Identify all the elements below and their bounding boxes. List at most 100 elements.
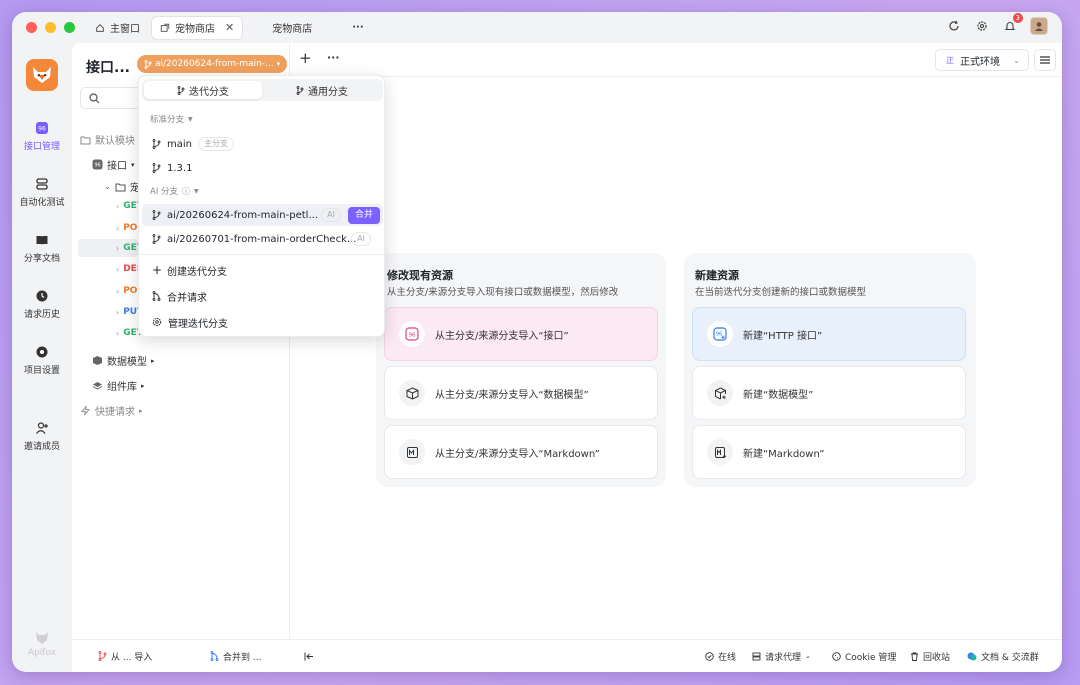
branch-icon xyxy=(152,234,161,244)
import-api-button[interactable]: 96 从主分支/来源分支导入“接口” xyxy=(384,307,658,361)
hamburger-icon xyxy=(1040,56,1050,64)
nav-label: 邀请成员 xyxy=(23,442,60,452)
chevron-down-icon: ⌄ xyxy=(1013,55,1020,65)
window-controls xyxy=(26,22,75,33)
cookie-manager-button[interactable]: Cookie 管理 xyxy=(832,650,896,663)
seg-label: 迭代分支 xyxy=(189,86,229,98)
branch-item-1-3-1[interactable]: 1.3.1 xyxy=(142,157,383,179)
chevron-down-icon: ▾ xyxy=(131,160,135,169)
tree-quick-requests[interactable]: 快捷请求 ▸ xyxy=(80,403,143,418)
ai-branch-section[interactable]: AI 分支 ⓘ ▼ xyxy=(150,185,199,198)
manage-iteration-branch-item[interactable]: 管理迭代分支 xyxy=(142,311,383,333)
tab-pet-store-active[interactable]: 宠物商店 ✕ xyxy=(152,16,243,39)
caret-down-icon: ▼ xyxy=(194,187,199,195)
nav-request-history[interactable]: 请求历史 xyxy=(12,289,72,320)
merge-to-button[interactable]: 合并到 ... xyxy=(210,650,261,663)
card-description: 在当前迭代分支创建新的接口或数据模型 xyxy=(695,287,867,298)
branch-item-ai-current[interactable]: ai/20260624-from-main-petl... AI 合并 xyxy=(142,204,383,226)
more-tabs-button[interactable]: ··· xyxy=(344,17,371,39)
search-icon xyxy=(89,93,100,104)
gear-icon[interactable] xyxy=(974,18,990,34)
close-tab-icon[interactable]: ✕ xyxy=(225,21,234,34)
tree-label: 默认模块 xyxy=(95,136,135,147)
avatar[interactable] xyxy=(1030,17,1048,35)
nav-project-settings[interactable]: 项目设置 xyxy=(12,345,72,376)
info-icon: ⓘ xyxy=(182,186,191,196)
tab-pet-store[interactable]: 宠物商店 xyxy=(264,17,320,39)
app-window: 主窗口 宠物商店 ✕ 宠物商店 ··· 3 96 接口管理 自动化测试 分享文档… xyxy=(12,12,1062,672)
standard-branch-section[interactable]: 标准分支 ▼ xyxy=(150,113,193,125)
section-label: AI 分支 xyxy=(150,187,179,197)
zoom-window-button[interactable] xyxy=(64,22,75,33)
close-window-button[interactable] xyxy=(26,22,37,33)
lightning-icon xyxy=(80,405,91,416)
merge-to-label: 合并到 ... xyxy=(223,652,262,663)
branch-selector-label: ai/20260624-from-main-... xyxy=(155,59,274,69)
nav-api-management[interactable]: 96 接口管理 xyxy=(12,121,72,152)
tree-folder[interactable]: ⌄ 宠 xyxy=(104,179,140,194)
title-bar-actions: 3 xyxy=(946,13,1048,35)
new-http-api-button[interactable]: 96 新建“HTTP 接口” xyxy=(692,307,966,361)
proxy-icon xyxy=(752,652,761,660)
import-from-button[interactable]: 从 ... 导入 xyxy=(98,650,152,663)
new-data-model-button[interactable]: 新建“数据模型” xyxy=(692,366,966,420)
tree-components[interactable]: 组件库 ▸ xyxy=(92,378,145,393)
branch-item-ai-ordercheck[interactable]: ai/20260701-from-main-orderCheck... AI xyxy=(142,228,383,250)
minimize-window-button[interactable] xyxy=(45,22,56,33)
api-import-icon: 96 xyxy=(405,327,419,341)
action-label: 新建“Markdown” xyxy=(743,448,825,460)
tab-common-branch[interactable]: 通用分支 xyxy=(263,81,381,99)
seg-label: 通用分支 xyxy=(308,86,348,98)
bell-icon[interactable]: 3 xyxy=(1002,13,1023,34)
modify-resources-card: 修改现有资源 从主分支/来源分支导入现有接口或数据模型，然后修改 96 从主分支… xyxy=(376,253,666,487)
environment-select[interactable]: 正 正式环境 ⌄ xyxy=(935,49,1029,71)
online-label: 在线 xyxy=(718,652,737,663)
divider xyxy=(139,254,386,255)
import-data-model-button[interactable]: 从主分支/来源分支导入“数据模型” xyxy=(384,366,658,420)
status-bar: 从 ... 导入 合并到 ... 在线 请求代理 ⌄ Cookie 管理 回收站 xyxy=(72,639,1062,672)
menu-label: 合并请求 xyxy=(167,292,207,304)
trash-button[interactable]: 回收站 xyxy=(910,650,950,663)
menu-button[interactable] xyxy=(1034,49,1056,71)
nav-auto-test[interactable]: 自动化测试 xyxy=(12,177,72,208)
branch-name: ai/20260701-from-main-orderCheck... xyxy=(167,233,357,245)
new-markdown-button[interactable]: 新建“Markdown” xyxy=(692,425,966,479)
online-status[interactable]: 在线 xyxy=(705,650,736,663)
more-button[interactable]: ··· xyxy=(327,51,340,64)
merge-icon xyxy=(152,291,161,301)
collapse-sidebar-icon[interactable] xyxy=(304,652,314,661)
add-tab-button[interactable]: + xyxy=(299,49,312,67)
docs-label: 文档 & 交流群 xyxy=(981,652,1039,663)
nav-share-docs[interactable]: 分享文档 xyxy=(12,233,72,264)
merge-request-item[interactable]: 合并请求 xyxy=(142,285,383,307)
nav-label: 分享文档 xyxy=(23,254,60,264)
cube-plus-icon xyxy=(714,387,726,399)
sync-icon[interactable] xyxy=(946,18,962,34)
caret-down-icon: ▼ xyxy=(188,115,193,123)
tree-default-module[interactable]: 默认模块 xyxy=(80,132,135,147)
branch-dropdown: 迭代分支 通用分支 标准分支 ▼ main 主分支 1.3.1 AI 分支 ⓘ … xyxy=(138,75,386,337)
merge-button[interactable]: 合并 xyxy=(347,206,380,224)
brand-name: Apifox xyxy=(27,648,57,658)
import-markdown-button[interactable]: 从主分支/来源分支导入“Markdown” xyxy=(384,425,658,479)
branch-icon xyxy=(152,139,161,149)
settings-icon xyxy=(36,346,48,358)
tree-data-models[interactable]: 数据模型 ▸ xyxy=(92,353,155,368)
create-iteration-branch-item[interactable]: + 创建迭代分支 xyxy=(142,259,383,281)
tab-main-window[interactable]: 主窗口 xyxy=(87,17,148,39)
nav-invite-members[interactable]: 邀请成员 xyxy=(12,421,72,452)
tab-label: 主窗口 xyxy=(110,24,140,35)
tree-label: 组件库 xyxy=(107,382,137,393)
request-proxy-select[interactable]: 请求代理 ⌄ xyxy=(752,650,811,663)
branch-item-main[interactable]: main 主分支 xyxy=(142,133,383,155)
branch-selector[interactable]: ai/20260624-from-main-... ▾ xyxy=(137,55,288,73)
fox-logo-icon[interactable] xyxy=(26,59,58,91)
tab-iteration-branch[interactable]: 迭代分支 xyxy=(144,81,262,99)
menu-label: 管理迭代分支 xyxy=(168,318,228,330)
tree-api-node[interactable]: 96 接口 ▾ xyxy=(92,157,135,172)
panel-title: 接口... xyxy=(86,60,130,76)
docs-community-button[interactable]: 文档 & 交流群 xyxy=(967,650,1039,663)
proxy-label: 请求代理 xyxy=(765,652,802,663)
env-label: 正式环境 xyxy=(960,56,1000,68)
cookie-label: Cookie 管理 xyxy=(845,652,897,663)
